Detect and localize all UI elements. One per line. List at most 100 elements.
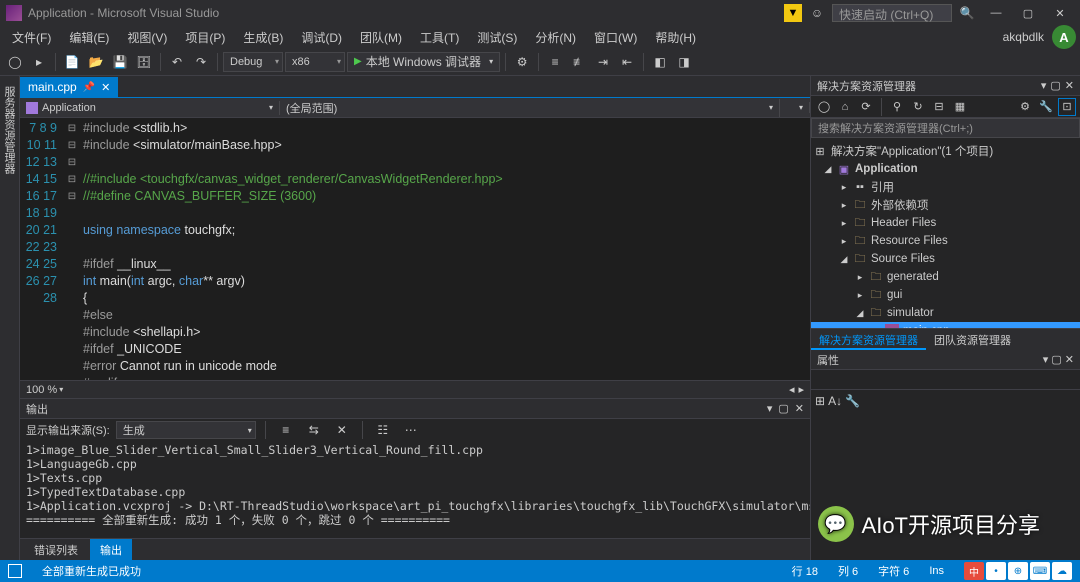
refresh-icon[interactable]: ↻ <box>909 98 927 116</box>
alpha-sort-icon[interactable]: A↓ <box>828 394 842 408</box>
fold-gutter[interactable]: ⊟ ⊟ ⊟ ⊟ ⊟ <box>65 118 79 380</box>
ime-badge[interactable]: • <box>986 562 1006 580</box>
scroll-right-icon[interactable]: ▸ <box>798 383 804 396</box>
function-dropdown[interactable]: (全局范围)▾ <box>280 99 780 117</box>
project-icon <box>26 102 38 114</box>
username-label[interactable]: akqbdlk <box>1003 30 1044 44</box>
collapse-icon[interactable]: ⊟ <box>930 98 948 116</box>
output-tab[interactable]: 输出 <box>90 539 132 561</box>
menu-window[interactable]: 窗口(W) <box>586 27 645 48</box>
navigation-bar: Application▾ (全局范围)▾ ▾ <box>20 98 810 118</box>
output-text[interactable]: 1>image_Blue_Slider_Vertical_Small_Slide… <box>20 441 810 538</box>
output-pin-icon[interactable]: ▢ <box>778 402 788 415</box>
menu-file[interactable]: 文件(F) <box>4 27 59 48</box>
bookmark2-icon[interactable]: ◨ <box>673 51 695 73</box>
save-all-icon[interactable]: 🗄 <box>133 51 155 73</box>
ime-badge[interactable]: ☁ <box>1052 562 1072 580</box>
expand-icon[interactable]: ◢ <box>823 164 833 175</box>
props-pin-icon[interactable]: ▾ ▢ ✕ <box>1043 353 1074 366</box>
user-avatar[interactable]: A <box>1052 25 1076 49</box>
config-dropdown[interactable]: Debug <box>223 52 283 72</box>
server-explorer-tab[interactable]: 服务器资源管理器 <box>0 82 19 560</box>
close-tab-icon[interactable]: ✕ <box>101 81 110 94</box>
notification-icon[interactable]: ▼ <box>784 4 802 22</box>
ime-badge[interactable]: 中 <box>964 562 984 580</box>
showall-icon[interactable]: ▦ <box>951 98 969 116</box>
undo-icon[interactable]: ↶ <box>166 51 188 73</box>
bookmark-icon[interactable]: ◧ <box>649 51 671 73</box>
solution-tree[interactable]: ⊞解决方案"Application"(1 个项目) ◢▣Application … <box>811 138 1080 328</box>
build-status-icon[interactable] <box>8 564 22 578</box>
menu-help[interactable]: 帮助(H) <box>647 27 704 48</box>
menu-tools[interactable]: 工具(T) <box>412 27 467 48</box>
solution-search-input[interactable]: 搜索解决方案资源管理器(Ctrl+;) <box>811 118 1080 138</box>
menu-analyze[interactable]: 分析(N) <box>527 27 584 48</box>
props-wrench-icon[interactable]: 🔧 <box>845 394 860 408</box>
team-explorer-tab[interactable]: 团队资源管理器 <box>926 329 1019 350</box>
output-wrap-icon[interactable]: ⇆ <box>303 419 325 441</box>
output-dropdown-icon[interactable]: ▾ <box>767 402 773 415</box>
quick-launch-input[interactable]: 快速启动 (Ctrl+Q) <box>832 4 952 22</box>
feedback-icon[interactable]: ☺ <box>806 2 828 24</box>
nav-back-icon[interactable]: ◯ <box>4 51 26 73</box>
nav-back-icon[interactable]: ◯ <box>815 98 833 116</box>
output-source-dropdown[interactable]: 生成 <box>116 421 256 439</box>
menu-project[interactable]: 项目(P) <box>177 27 233 48</box>
redo-icon[interactable]: ↷ <box>190 51 212 73</box>
pending-icon[interactable]: ⚲ <box>888 98 906 116</box>
platform-dropdown[interactable]: x86 <box>285 52 345 72</box>
member-dropdown[interactable]: ▾ <box>780 102 810 113</box>
menu-build[interactable]: 生成(B) <box>235 27 291 48</box>
status-col: 列 6 <box>838 563 858 579</box>
menu-debug[interactable]: 调试(D) <box>293 27 350 48</box>
menu-view[interactable]: 视图(V) <box>119 27 175 48</box>
output-filter-icon[interactable]: ☷ <box>372 419 394 441</box>
ime-badge[interactable]: ⊕ <box>1008 562 1028 580</box>
panel-dropdown-icon[interactable]: ▾ <box>1041 79 1047 92</box>
preview-icon[interactable]: 🔧 <box>1037 98 1055 116</box>
close-button[interactable]: ✕ <box>1046 3 1074 23</box>
output-title: 输出 <box>26 401 48 417</box>
menu-test[interactable]: 测试(S) <box>469 27 525 48</box>
folder-icon: 🗀 <box>853 252 867 266</box>
menu-team[interactable]: 团队(M) <box>352 27 410 48</box>
zoom-level[interactable]: 100 % <box>26 384 57 396</box>
menu-edit[interactable]: 编辑(E) <box>61 27 117 48</box>
uncomment-icon[interactable]: ≢ <box>568 51 590 73</box>
panel-pin-icon[interactable]: ▢ <box>1050 79 1060 92</box>
scope-dropdown[interactable]: Application▾ <box>20 101 280 115</box>
home-icon[interactable]: ⌂ <box>836 98 854 116</box>
view-code-icon[interactable]: ⊡ <box>1058 98 1076 116</box>
output-source-label: 显示输出来源(S): <box>26 422 110 438</box>
output-goto-icon[interactable]: ✕ <box>331 419 353 441</box>
save-icon[interactable]: 💾 <box>109 51 131 73</box>
indent-icon[interactable]: ⇥ <box>592 51 614 73</box>
open-icon[interactable]: 📂 <box>85 51 107 73</box>
props-object-dropdown[interactable] <box>811 370 1080 390</box>
panel-close-icon[interactable]: ✕ <box>1065 79 1074 92</box>
file-tab-maincpp[interactable]: main.cpp 📌 ✕ <box>20 77 118 97</box>
solution-explorer-tab[interactable]: 解决方案资源管理器 <box>811 329 926 350</box>
new-project-icon[interactable]: 📄 <box>61 51 83 73</box>
output-close-icon[interactable]: ✕ <box>795 402 804 415</box>
comment-icon[interactable]: ≡ <box>544 51 566 73</box>
file-tabs: main.cpp 📌 ✕ <box>20 76 810 98</box>
error-list-tab[interactable]: 错误列表 <box>24 539 88 561</box>
categorize-icon[interactable]: ⊞ <box>815 394 825 408</box>
output-clear-icon[interactable]: ≡ <box>275 419 297 441</box>
sync-icon[interactable]: ⟳ <box>857 98 875 116</box>
nav-fwd-icon[interactable]: ▸ <box>28 51 50 73</box>
code-area[interactable]: #include <stdlib.h> #include <simulator/… <box>79 118 810 380</box>
ime-badge[interactable]: ⌨ <box>1030 562 1050 580</box>
maximize-button[interactable]: ▢ <box>1014 3 1042 23</box>
minimize-button[interactable]: — <box>982 3 1010 23</box>
tool-icon-1[interactable]: ⚙ <box>511 51 533 73</box>
properties-icon[interactable]: ⚙ <box>1016 98 1034 116</box>
scroll-left-icon[interactable]: ◂ <box>789 383 795 396</box>
quick-launch-search-icon[interactable]: 🔍 <box>956 2 978 24</box>
start-debug-button[interactable]: ▶本地 Windows 调试器▾ <box>347 52 500 72</box>
outdent-icon[interactable]: ⇤ <box>616 51 638 73</box>
pin-icon[interactable]: 📌 <box>83 82 95 93</box>
code-editor[interactable]: 7 8 9 10 11 12 13 14 15 16 17 18 19 20 2… <box>20 118 810 380</box>
output-more-icon[interactable]: ⋯ <box>400 419 422 441</box>
